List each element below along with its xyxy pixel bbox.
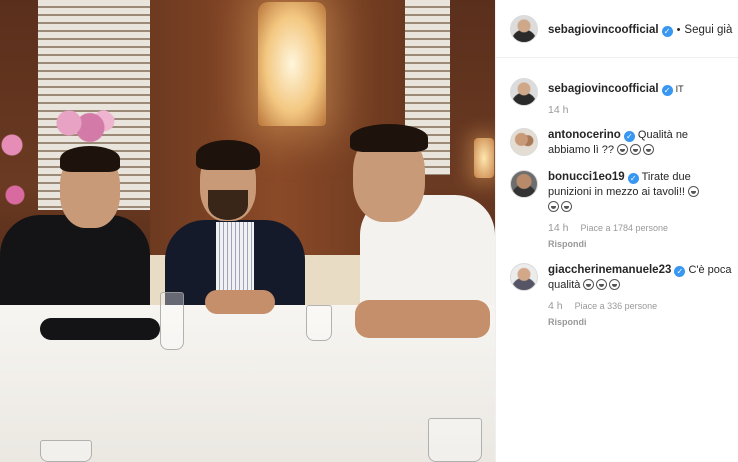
laughing-emoji-icon — [630, 144, 642, 155]
comment-meta: 14 h Piace a 1784 persone — [548, 221, 733, 236]
flower-arrangement-left — [0, 125, 30, 225]
person-left-arm — [40, 318, 160, 340]
avatar[interactable] — [510, 128, 538, 156]
avatar[interactable] — [510, 14, 538, 43]
comment-item: antonocerino ✓ Qualità ne abbiamo lì ?? — [510, 128, 733, 158]
water-glass — [160, 292, 184, 350]
wall-lamp — [258, 2, 326, 126]
comment-meta: 4 h Piace a 336 persone — [548, 299, 733, 314]
avatar[interactable] — [510, 263, 538, 291]
flower-arrangement — [48, 105, 118, 150]
laughing-emoji-icon — [643, 144, 655, 155]
caption-meta: 14 h — [548, 103, 733, 118]
person-left-hair — [60, 146, 120, 172]
verified-badge-icon: ✓ — [623, 131, 635, 142]
comment-username[interactable]: antonocerino — [548, 129, 621, 141]
avatar[interactable] — [510, 78, 538, 106]
verified-badge-icon: ✓ — [674, 266, 686, 277]
laughing-emoji-icon — [596, 279, 608, 290]
comment-username[interactable]: bonucci1eo19 — [548, 171, 625, 183]
reply-button[interactable]: Rispondi — [548, 237, 733, 252]
post-photo[interactable] — [0, 0, 495, 462]
comment-time[interactable]: 14 h — [548, 222, 568, 234]
comment-likes[interactable]: Piace a 1784 persone — [580, 223, 668, 233]
caption-time[interactable]: 14 h — [548, 104, 568, 116]
person-center-hands — [205, 290, 275, 314]
separator: • — [676, 23, 681, 36]
laughing-emoji-icon — [617, 144, 629, 155]
person-right-arm — [355, 300, 490, 338]
verified-badge-icon: ✓ — [627, 173, 639, 184]
water-glass — [428, 418, 482, 462]
follow-button[interactable]: Segui già — [684, 24, 732, 36]
post-sidebar: sebagiovincoofficial ✓ • Segui già sebagiov… — [495, 0, 738, 462]
comment-username[interactable]: giaccherinemanuele23 — [548, 264, 671, 276]
water-glass — [306, 305, 332, 341]
comment-item: bonucci1eo19 ✓ Tirate due punizioni in me… — [510, 170, 733, 252]
laughing-emoji-icon — [561, 201, 572, 212]
reply-button[interactable]: Rispondi — [548, 315, 733, 330]
post-header: sebagiovincoofficial ✓ • Segui già — [496, 0, 738, 58]
laughing-emoji-icon — [609, 279, 621, 290]
wall-lamp-right — [474, 138, 494, 178]
comment-time[interactable]: 4 h — [548, 300, 563, 312]
comment-item: giaccherinemanuele23 ✓ C'è poca qualità 4… — [510, 263, 733, 330]
caption-username[interactable]: sebagiovincoofficial — [548, 83, 659, 95]
person-center-shirt — [216, 222, 254, 297]
caption: sebagiovincoofficial ✓ IT 14 h — [510, 78, 733, 118]
verified-badge-icon: ✓ — [661, 85, 673, 96]
avatar[interactable] — [510, 170, 538, 198]
water-glass — [40, 440, 92, 462]
person-right-hair — [350, 124, 428, 152]
laughing-emoji-icon — [583, 279, 595, 290]
header-username[interactable]: sebagiovincoofficial — [548, 24, 659, 36]
laughing-emoji-icon — [548, 201, 559, 212]
laughing-emoji-icon — [688, 186, 700, 197]
verified-badge-icon: ✓ — [661, 25, 673, 37]
person-center-hair — [196, 140, 260, 170]
comment-likes[interactable]: Piace a 336 persone — [575, 301, 658, 311]
caption-text: IT — [675, 84, 684, 94]
person-center-beard — [208, 190, 248, 220]
